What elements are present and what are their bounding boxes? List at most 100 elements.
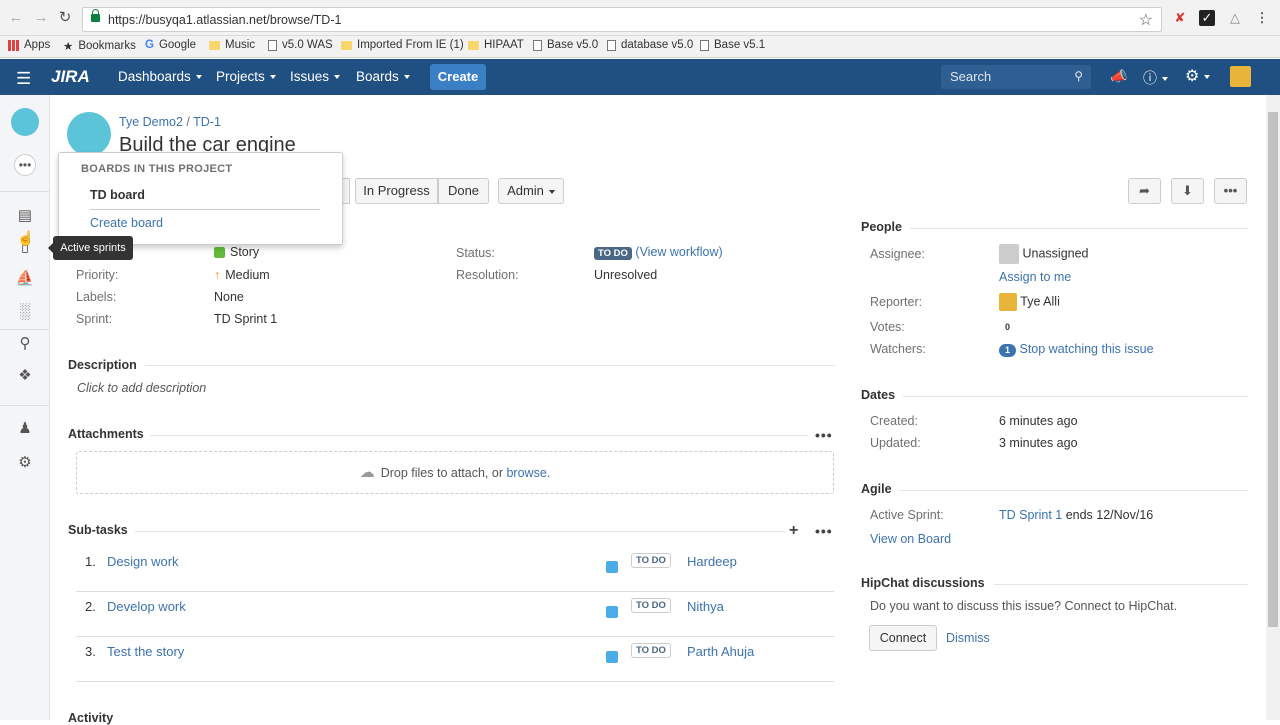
reload-icon[interactable]: ↻ [57,10,73,26]
subtask-assignee[interactable]: Hardeep [687,554,737,569]
watchers-field[interactable]: 1 Stop watching this issue [999,342,1154,357]
add-subtask-icon[interactable]: + [789,522,798,540]
bookmark-bookmarks[interactable]: ★ Bookmarks [63,39,136,53]
priority-value: Medium [225,268,270,282]
browse-link[interactable]: browse. [506,466,550,480]
folder-icon [209,40,220,50]
sprint-label: Sprint: [76,312,113,326]
breadcrumb-issue-key[interactable]: TD-1 [193,115,221,129]
subtask-status: TO DO [631,553,671,568]
add-people-icon[interactable]: ♟ [14,418,36,440]
subtask-link[interactable]: Develop work [107,599,186,614]
components-puzzle-icon[interactable]: ❖ [14,365,36,387]
jira-logo[interactable]: JIRA [51,67,90,87]
more-actions-icon[interactable]: ••• [1214,178,1247,204]
breadcrumb: Tye Demo2 / TD-1 [119,115,221,129]
board-item-td[interactable]: TD board [90,188,145,202]
project-settings-icon[interactable]: ⚙ [14,452,36,474]
subtasks-more-icon[interactable]: ••• [815,523,833,539]
subtask-link[interactable]: Test the story [107,644,184,659]
extension-icon[interactable]: ✘ [1172,10,1188,26]
nav-boards[interactable]: Boards [356,69,410,84]
labels-value[interactable]: None [214,290,244,304]
bookmark-base51[interactable]: Base v5.1 [700,39,765,51]
nav-issues[interactable]: Issues [290,69,341,84]
sprint-value[interactable]: TD Sprint 1 [214,312,277,326]
search-icon: ⚲ [1074,69,1083,83]
subtask-number: 3. [85,644,96,659]
back-icon[interactable]: ← [8,10,24,26]
subtask-number: 1. [85,554,96,569]
forward-icon[interactable]: → [33,10,49,26]
dismiss-link[interactable]: Dismiss [946,631,990,645]
reporter-field[interactable]: Tye Alli [999,293,1060,311]
active-sprints-tooltip: Active sprints [48,236,133,260]
subtask-number: 2. [85,599,96,614]
issues-search-icon[interactable]: ⚲ [14,333,36,355]
bookmark-music[interactable]: Music [209,39,255,51]
share-icon[interactable]: ➦ [1128,178,1161,204]
menu-dots-icon[interactable]: ⋮ [1254,10,1270,26]
bookmark-hipaat[interactable]: HIPAAT [468,39,524,51]
feedback-megaphone-icon[interactable]: 📣 [1110,68,1127,85]
votes-badge[interactable]: 0 [999,321,1016,334]
create-board-link[interactable]: Create board [90,216,163,230]
nav-label: Boards [356,69,399,84]
bookmark-label: Apps [24,39,51,51]
subtask-row[interactable]: 2. Develop work TO DO Nithya [76,592,834,637]
warning-extension-icon[interactable]: △ [1227,10,1243,26]
subtask-row[interactable]: 1. Design work TO DO Hardeep [76,547,834,592]
search-placeholder: Search [950,69,992,84]
create-button[interactable]: Create [430,64,486,90]
subtask-link[interactable]: Design work [107,554,179,569]
help-icon[interactable]: ⓘ [1143,68,1168,88]
breadcrumb-project[interactable]: Tye Demo2 [119,115,183,129]
export-icon[interactable]: ⬇ [1171,178,1204,204]
project-avatar[interactable] [11,108,39,136]
in-progress-button[interactable]: In Progress [355,178,438,204]
bookmark-apps[interactable]: Apps [8,39,50,51]
assign-to-me-link[interactable]: Assign to me [999,270,1071,284]
address-bar[interactable]: https://busyqa1.atlassian.net/browse/TD-… [82,7,1162,32]
bookmark-star-icon[interactable]: ☆ [1139,10,1153,30]
attachments-more-icon[interactable]: ••• [815,427,833,443]
view-workflow-link[interactable]: (View workflow) [635,245,722,259]
admin-button[interactable]: Admin [498,178,564,204]
bookmark-google[interactable]: G Google [145,39,196,51]
bookmark-imported[interactable]: Imported From IE (1) [341,39,464,51]
assignee-field[interactable]: Unassigned [999,244,1089,264]
created-value: 6 minutes ago [999,414,1078,428]
releases-icon[interactable]: ⛵ [14,268,36,290]
backlog-icon[interactable]: ▤ [14,205,36,227]
app-switcher-icon[interactable]: ☰ [16,69,31,89]
done-button[interactable]: Done [438,178,489,204]
subtask-row[interactable]: 3. Test the story TO DO Parth Ahuja [76,637,834,682]
bookmark-database[interactable]: database v5.0 [607,39,693,51]
nav-dashboards[interactable]: Dashboards [118,69,202,84]
priority-field[interactable]: ↑ Medium [214,268,270,282]
sprint-link[interactable]: TD Sprint 1 [999,508,1062,522]
priority-up-arrow-icon: ↑ [214,268,221,282]
reports-icon[interactable]: ░ [14,301,36,323]
user-avatar[interactable] [1230,66,1251,87]
assignee-label: Assignee: [870,247,925,261]
view-on-board-link[interactable]: View on Board [870,532,951,546]
people-heading: People [861,220,902,234]
bookmark-base50[interactable]: Base v5.0 [533,39,598,51]
description-placeholder[interactable]: Click to add description [77,381,206,395]
attachment-dropzone[interactable]: ☁ Drop files to attach, or browse. [76,451,834,494]
scrollbar-thumb[interactable] [1268,112,1278,627]
connect-button[interactable]: Connect [869,625,937,651]
search-input[interactable]: Search ⚲ [941,65,1091,89]
checkbox-extension-icon[interactable]: ✓ [1199,10,1215,26]
subtask-status: TO DO [631,643,671,658]
bookmark-was[interactable]: v5.0 WAS [268,39,333,51]
stop-watching-link[interactable]: Stop watching this issue [1019,342,1153,356]
nav-projects[interactable]: Projects [216,69,276,84]
settings-gear-icon[interactable]: ⚙ [1185,66,1211,86]
subtask-assignee[interactable]: Nithya [687,599,724,614]
subtask-assignee[interactable]: Parth Ahuja [687,644,754,659]
folder-icon [341,40,352,50]
caret-down-icon [334,75,341,80]
more-dots-icon[interactable]: ••• [14,154,36,176]
